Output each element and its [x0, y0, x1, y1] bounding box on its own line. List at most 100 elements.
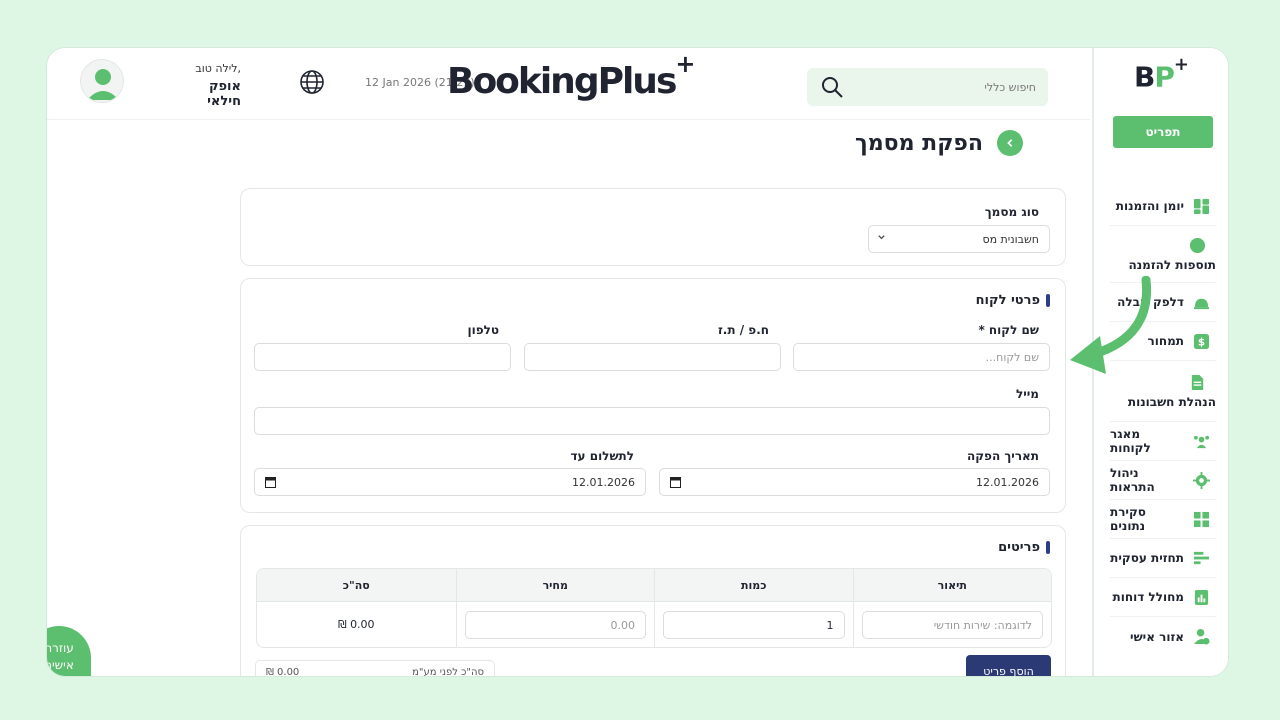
assistant-line1: עוזרת [47, 641, 74, 655]
table-row: לדוגמה: שירות חודשי 1 0.00 0.00 ₪ [257, 601, 1051, 647]
forecast-bars-icon [1192, 549, 1210, 567]
calendar-grid-icon [1192, 197, 1210, 215]
page-title-bar: הפקת מסמך [855, 130, 1023, 156]
customer-section-header: פרטי לקוח [976, 293, 1050, 308]
customer-name-placeholder: שם לקוח... [985, 350, 1039, 364]
personal-assistant-button[interactable]: עוזרת אישית [47, 626, 91, 676]
doc-type-card: סוג מסמך חשבונית מס [240, 188, 1066, 266]
section-marker [1046, 541, 1050, 554]
customer-card: פרטי לקוח שם לקוח * ח.פ / ת.ז טלפון שם ל… [240, 278, 1066, 513]
sidebar-item-clients[interactable]: מאגר לקוחות [1110, 422, 1216, 461]
items-section-title: פריטים [998, 540, 1040, 555]
sidebar-item-calendar[interactable]: יומן והזמנות [1110, 187, 1216, 226]
price-cell: 0.00 [455, 601, 654, 647]
sidebar-item-label: יומן והזמנות [1115, 199, 1184, 213]
items-table: תיאור כמות מחיר סה"כ לדוגמה: שירות חודשי… [256, 568, 1052, 648]
sidebar-item-overview[interactable]: סקירת נתונים [1110, 500, 1216, 539]
gear-icon [1192, 471, 1210, 489]
brand-logo: BookingPlus+ [447, 50, 695, 102]
qty-cell: 1 [654, 601, 853, 647]
sidebar-logo: BP+ [1134, 54, 1189, 94]
dollar-icon: $ [1192, 332, 1210, 350]
sidebar-item-forecast[interactable]: תחזית עסקית [1110, 539, 1216, 578]
desc-cell: לדוגמה: שירות חודשי [852, 601, 1051, 647]
customer-phone-input[interactable] [254, 343, 511, 371]
brand-plus: + [675, 50, 695, 78]
back-chevron-icon[interactable] [996, 130, 1023, 156]
subtotal-box: סה"כ לפני מע"מ 0.00 ₪ [255, 660, 495, 676]
sidebar-item-alerts[interactable]: ניהול התראות [1110, 461, 1216, 500]
sidebar-item-label: סקירת נתונים [1110, 505, 1146, 533]
table-header-row: תיאור כמות מחיר סה"כ [257, 569, 1051, 601]
qty-value: 1 [826, 618, 834, 632]
sidebar-item-label: ניהול התראות [1110, 466, 1155, 494]
sidebar-item-extras[interactable]: תוספות להזמנה [1110, 226, 1216, 283]
svg-text:$: $ [1197, 336, 1204, 348]
doc-type-label: סוג מסמך [984, 205, 1039, 219]
qty-input[interactable]: 1 [663, 611, 845, 639]
document-icon [1188, 373, 1206, 391]
items-section-header: פריטים [998, 540, 1050, 555]
due-date-label: לתשלום עד [570, 449, 634, 463]
user-name: אופק חילאי [207, 79, 241, 109]
sidebar-item-label: מחולל דוחות [1112, 590, 1184, 604]
sidebar-item-label: אזור אישי [1130, 629, 1184, 644]
calendar-icon[interactable] [265, 476, 276, 488]
sidebar-item-accounting[interactable]: הנהלת חשבונות [1110, 361, 1216, 422]
sidebar-item-label: תמחור [1147, 334, 1184, 348]
customer-phone-label: טלפון [467, 323, 499, 337]
sidebar-item-label: מאגר לקוחות [1110, 427, 1151, 455]
items-card: פריטים תיאור כמות מחיר סה"כ לדוגמה: שירו… [240, 525, 1066, 676]
add-item-button[interactable]: הוסף פריט [966, 655, 1051, 676]
sidebar-item-personal[interactable]: אזור אישי [1110, 617, 1216, 656]
sidebar-item-label: דלפק קבלה [1117, 295, 1184, 309]
subtotal-label: סה"כ לפני מע"מ [412, 667, 484, 676]
user-greeting: לילה טוב, אופק חילאי [177, 62, 241, 109]
user-check-icon [1192, 628, 1210, 646]
email-input[interactable] [254, 407, 1050, 435]
customer-name-input[interactable]: שם לקוח... [793, 343, 1050, 371]
search-input[interactable] [845, 80, 1048, 94]
customer-id-input[interactable] [524, 343, 781, 371]
global-search[interactable] [807, 68, 1048, 106]
section-marker [1046, 294, 1050, 307]
due-date-input[interactable]: 12.01.2026 [254, 468, 646, 496]
chevron-down-icon [877, 232, 886, 245]
col-total: סה"כ [257, 569, 456, 601]
top-header: לילה טוב, אופק חילאי 12 Jan 2026 (21:29)… [47, 48, 1090, 120]
dashboard-icon [1192, 510, 1210, 528]
page-title: הפקת מסמך [855, 130, 983, 156]
globe-icon[interactable] [299, 69, 325, 95]
sidebar-item-reports[interactable]: מחולל דוחות [1110, 578, 1216, 617]
avatar[interactable] [80, 59, 124, 103]
desc-input[interactable]: לדוגמה: שירות חודשי [861, 611, 1043, 639]
sidebar-item-pricing[interactable]: $ תמחור [1110, 322, 1216, 361]
price-input[interactable]: 0.00 [464, 611, 646, 639]
app-window: לילה טוב, אופק חילאי 12 Jan 2026 (21:29)… [47, 48, 1228, 676]
sidebar: BP+ תפריט יומן והזמנות תוספות להזמנה דלפ… [1092, 48, 1228, 676]
report-icon [1192, 588, 1210, 606]
issue-date-value: 12.01.2026 [976, 475, 1039, 489]
search-icon[interactable] [819, 74, 845, 100]
calendar-icon[interactable] [670, 476, 681, 488]
col-quantity: כמות [654, 569, 853, 601]
customer-name-label: שם לקוח * [978, 323, 1039, 337]
reception-bell-icon [1192, 293, 1210, 311]
issue-date-label: תאריך הפקה [966, 449, 1039, 463]
doc-type-select[interactable]: חשבונית מס [868, 225, 1050, 253]
sidebar-item-label: הנהלת חשבונות [1127, 395, 1216, 409]
extra-badge-icon [1188, 236, 1206, 254]
col-price: מחיר [455, 569, 654, 601]
greeting-text: לילה טוב, [195, 62, 241, 75]
issue-date-input[interactable]: 12.01.2026 [659, 468, 1050, 496]
col-description: תיאור [852, 569, 1051, 601]
total-cell: 0.00 ₪ [257, 601, 456, 647]
menu-button[interactable]: תפריט [1113, 116, 1213, 148]
assistant-line2: אישית [47, 658, 74, 672]
sidebar-item-reception[interactable]: דלפק קבלה [1110, 283, 1216, 322]
customer-section-title: פרטי לקוח [975, 293, 1040, 308]
price-placeholder: 0.00 [610, 618, 636, 632]
subtotal-value: 0.00 ₪ [266, 667, 300, 676]
sidebar-item-label: תוספות להזמנה [1128, 258, 1216, 272]
sidebar-item-label: תחזית עסקית [1110, 551, 1184, 565]
